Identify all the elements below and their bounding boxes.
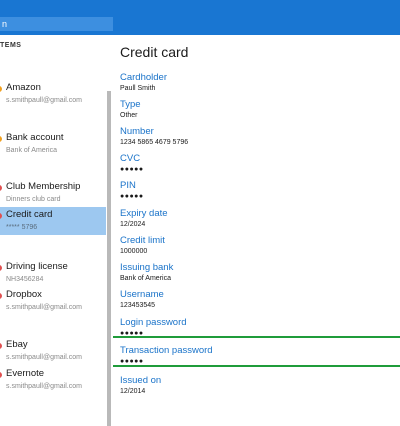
item-title: Credit card bbox=[6, 209, 53, 220]
item-subtitle: s.smithpaull@gmail.com bbox=[6, 304, 82, 311]
field-issued-on[interactable]: Issued on 12/2014 bbox=[120, 375, 400, 396]
item-subtitle: s.smithpaull@gmail.com bbox=[6, 97, 82, 104]
sidebar-scrollbar[interactable] bbox=[107, 91, 111, 426]
category-dot-icon bbox=[0, 136, 2, 142]
field-value: ●●●●● bbox=[120, 166, 144, 173]
field-value: 123453545 bbox=[120, 302, 156, 309]
item-title: Bank account bbox=[6, 132, 64, 143]
field-value: 1000000 bbox=[120, 248, 148, 255]
category-dot-icon bbox=[0, 372, 2, 378]
field-value: 12/2014 bbox=[120, 388, 146, 395]
field-label: Login password bbox=[120, 317, 187, 328]
sidebar-header: TEMS bbox=[0, 42, 22, 49]
field-type[interactable]: Type Other bbox=[120, 99, 400, 120]
detail-pane: Credit card Cardholder Paull Smith Type … bbox=[113, 35, 400, 400]
item-title: Driving license bbox=[6, 261, 68, 272]
password-strength-bar bbox=[113, 336, 400, 338]
field-value: ●●●●● bbox=[120, 193, 144, 200]
field-label: Username bbox=[120, 289, 164, 300]
item-title: Ebay bbox=[6, 339, 28, 350]
field-issuing-bank[interactable]: Issuing bank Bank of America bbox=[120, 262, 400, 283]
field-label: Transaction password bbox=[120, 345, 213, 356]
item-subtitle: Dinners club card bbox=[6, 196, 61, 203]
field-number[interactable]: Number 1234 5865 4679 5796 bbox=[120, 126, 400, 147]
field-transaction-password[interactable]: Transaction password ●●●●● bbox=[120, 345, 400, 366]
category-dot-icon bbox=[0, 265, 2, 271]
page-title: Credit card bbox=[120, 44, 189, 60]
item-subtitle: ***** 5796 bbox=[6, 224, 38, 231]
field-value: 1234 5865 4679 5796 bbox=[120, 139, 189, 146]
field-pin[interactable]: PIN ●●●●● bbox=[120, 180, 400, 201]
category-dot-icon bbox=[0, 293, 2, 299]
item-title: Evernote bbox=[6, 368, 45, 379]
list-item-credit-card[interactable]: Credit card ***** 5796 bbox=[0, 207, 106, 235]
field-value: Bank of America bbox=[120, 275, 171, 282]
list-item-club-membership[interactable]: Club Membership Dinners club card bbox=[0, 181, 106, 207]
item-subtitle: s.smithpaull@gmail.com bbox=[6, 383, 82, 390]
items-sidebar: TEMS Amazon s.smithpaull@gmail.com Bank … bbox=[0, 35, 111, 426]
list-item-amazon[interactable]: Amazon s.smithpaull@gmail.com bbox=[0, 82, 106, 114]
item-title: Dropbox bbox=[6, 289, 42, 300]
list-item-evernote[interactable]: Evernote s.smithpaull@gmail.com bbox=[0, 368, 106, 394]
field-value: 12/2024 bbox=[120, 221, 146, 228]
field-cvc[interactable]: CVC ●●●●● bbox=[120, 153, 400, 174]
field-label: Cardholder bbox=[120, 72, 167, 83]
item-subtitle: s.smithpaull@gmail.com bbox=[6, 354, 82, 361]
field-credit-limit[interactable]: Credit limit 1000000 bbox=[120, 235, 400, 256]
field-value: Other bbox=[120, 112, 138, 119]
category-dot-icon bbox=[0, 213, 2, 219]
list-item-ebay[interactable]: Ebay s.smithpaull@gmail.com bbox=[0, 339, 106, 365]
item-subtitle: NH3456284 bbox=[6, 276, 44, 283]
top-bar: n bbox=[0, 0, 400, 35]
list-item-dropbox[interactable]: Dropbox s.smithpaull@gmail.com bbox=[0, 289, 106, 315]
field-username[interactable]: Username 123453545 bbox=[120, 289, 400, 310]
field-login-password[interactable]: Login password ●●●●● bbox=[120, 317, 400, 338]
category-dot-icon bbox=[0, 343, 2, 349]
item-title: Club Membership bbox=[6, 181, 81, 192]
field-label: Issuing bank bbox=[120, 262, 174, 273]
field-label: Number bbox=[120, 126, 154, 137]
field-label: Type bbox=[120, 99, 141, 110]
list-item-bank-account[interactable]: Bank account Bank of America bbox=[0, 132, 106, 164]
field-expiry-date[interactable]: Expiry date 12/2024 bbox=[120, 208, 400, 229]
category-dot-icon bbox=[0, 185, 2, 191]
field-label: PIN bbox=[120, 180, 136, 191]
field-cardholder[interactable]: Cardholder Paull Smith bbox=[120, 72, 400, 93]
field-label: Issued on bbox=[120, 375, 162, 386]
field-label: CVC bbox=[120, 153, 141, 164]
field-label: Expiry date bbox=[120, 208, 168, 219]
search-input[interactable]: n bbox=[0, 17, 113, 31]
item-subtitle: Bank of America bbox=[6, 147, 57, 154]
item-title: Amazon bbox=[6, 82, 41, 93]
field-value: Paull Smith bbox=[120, 85, 156, 92]
list-item-driving-license[interactable]: Driving license NH3456284 bbox=[0, 261, 106, 287]
password-strength-bar bbox=[113, 365, 400, 367]
field-label: Credit limit bbox=[120, 235, 165, 246]
category-dot-icon bbox=[0, 86, 2, 92]
